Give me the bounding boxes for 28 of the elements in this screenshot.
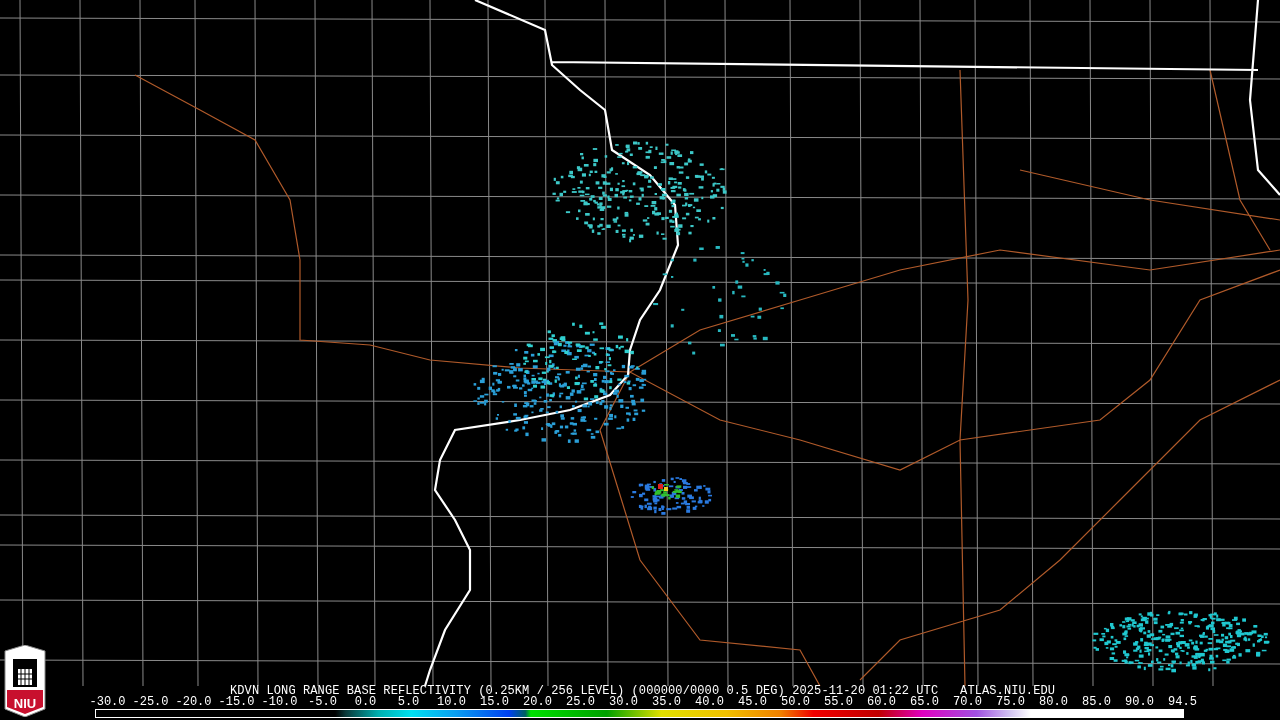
scale-tick-label: 35.0 [652,697,681,708]
scale-tick-label: 65.0 [909,697,940,708]
scale-tick-label: -15.0 [217,697,256,708]
scale-tick-label: 45.0 [737,697,767,708]
scale-tick-label: 25.0 [565,697,595,708]
product-caption: KDVN LONG RANGE BASE REFLECTIVITY (0.25KM / 256 LEVEL) (000000/0000 0.5 DEG) 2025-11-20 01:22 UTC ATLAS.NIU.EDU [230,686,1056,697]
scale-tick-label: 0.0 [353,697,378,708]
scale-tick-label: 80.0 [1038,697,1069,708]
scale-tick-label: 75.0 [995,697,1026,708]
scale-tick-label: 60.0 [866,697,897,708]
scale-tick-label: -30.0 [88,697,127,708]
scale-tick-label: 55.0 [823,697,854,708]
scale-tick-label: 85.0 [1081,697,1112,708]
scale-tick-label: 40.0 [695,697,725,708]
scale-tick-label: -5.0 [307,697,338,708]
scale-tick-label: -10.0 [260,697,299,708]
scale-tick-label: 30.0 [609,697,638,708]
scale-tick-label: -20.0 [174,697,213,708]
shield-logo-icon: NIU [3,645,47,717]
scale-tick-label: 50.0 [781,697,811,708]
scale-tick-label: -25.0 [131,697,170,708]
scale-tick-label: 90.0 [1124,697,1155,708]
scale-tick-label: 10.0 [436,697,467,708]
scale-tick-label: 94.5 [1167,697,1198,708]
scale-tick-label: 15.0 [479,697,509,708]
scale-tick-label: 70.0 [952,697,983,708]
scale-tick-label: 5.0 [396,697,421,708]
scale-tick-label: 20.0 [523,697,553,708]
